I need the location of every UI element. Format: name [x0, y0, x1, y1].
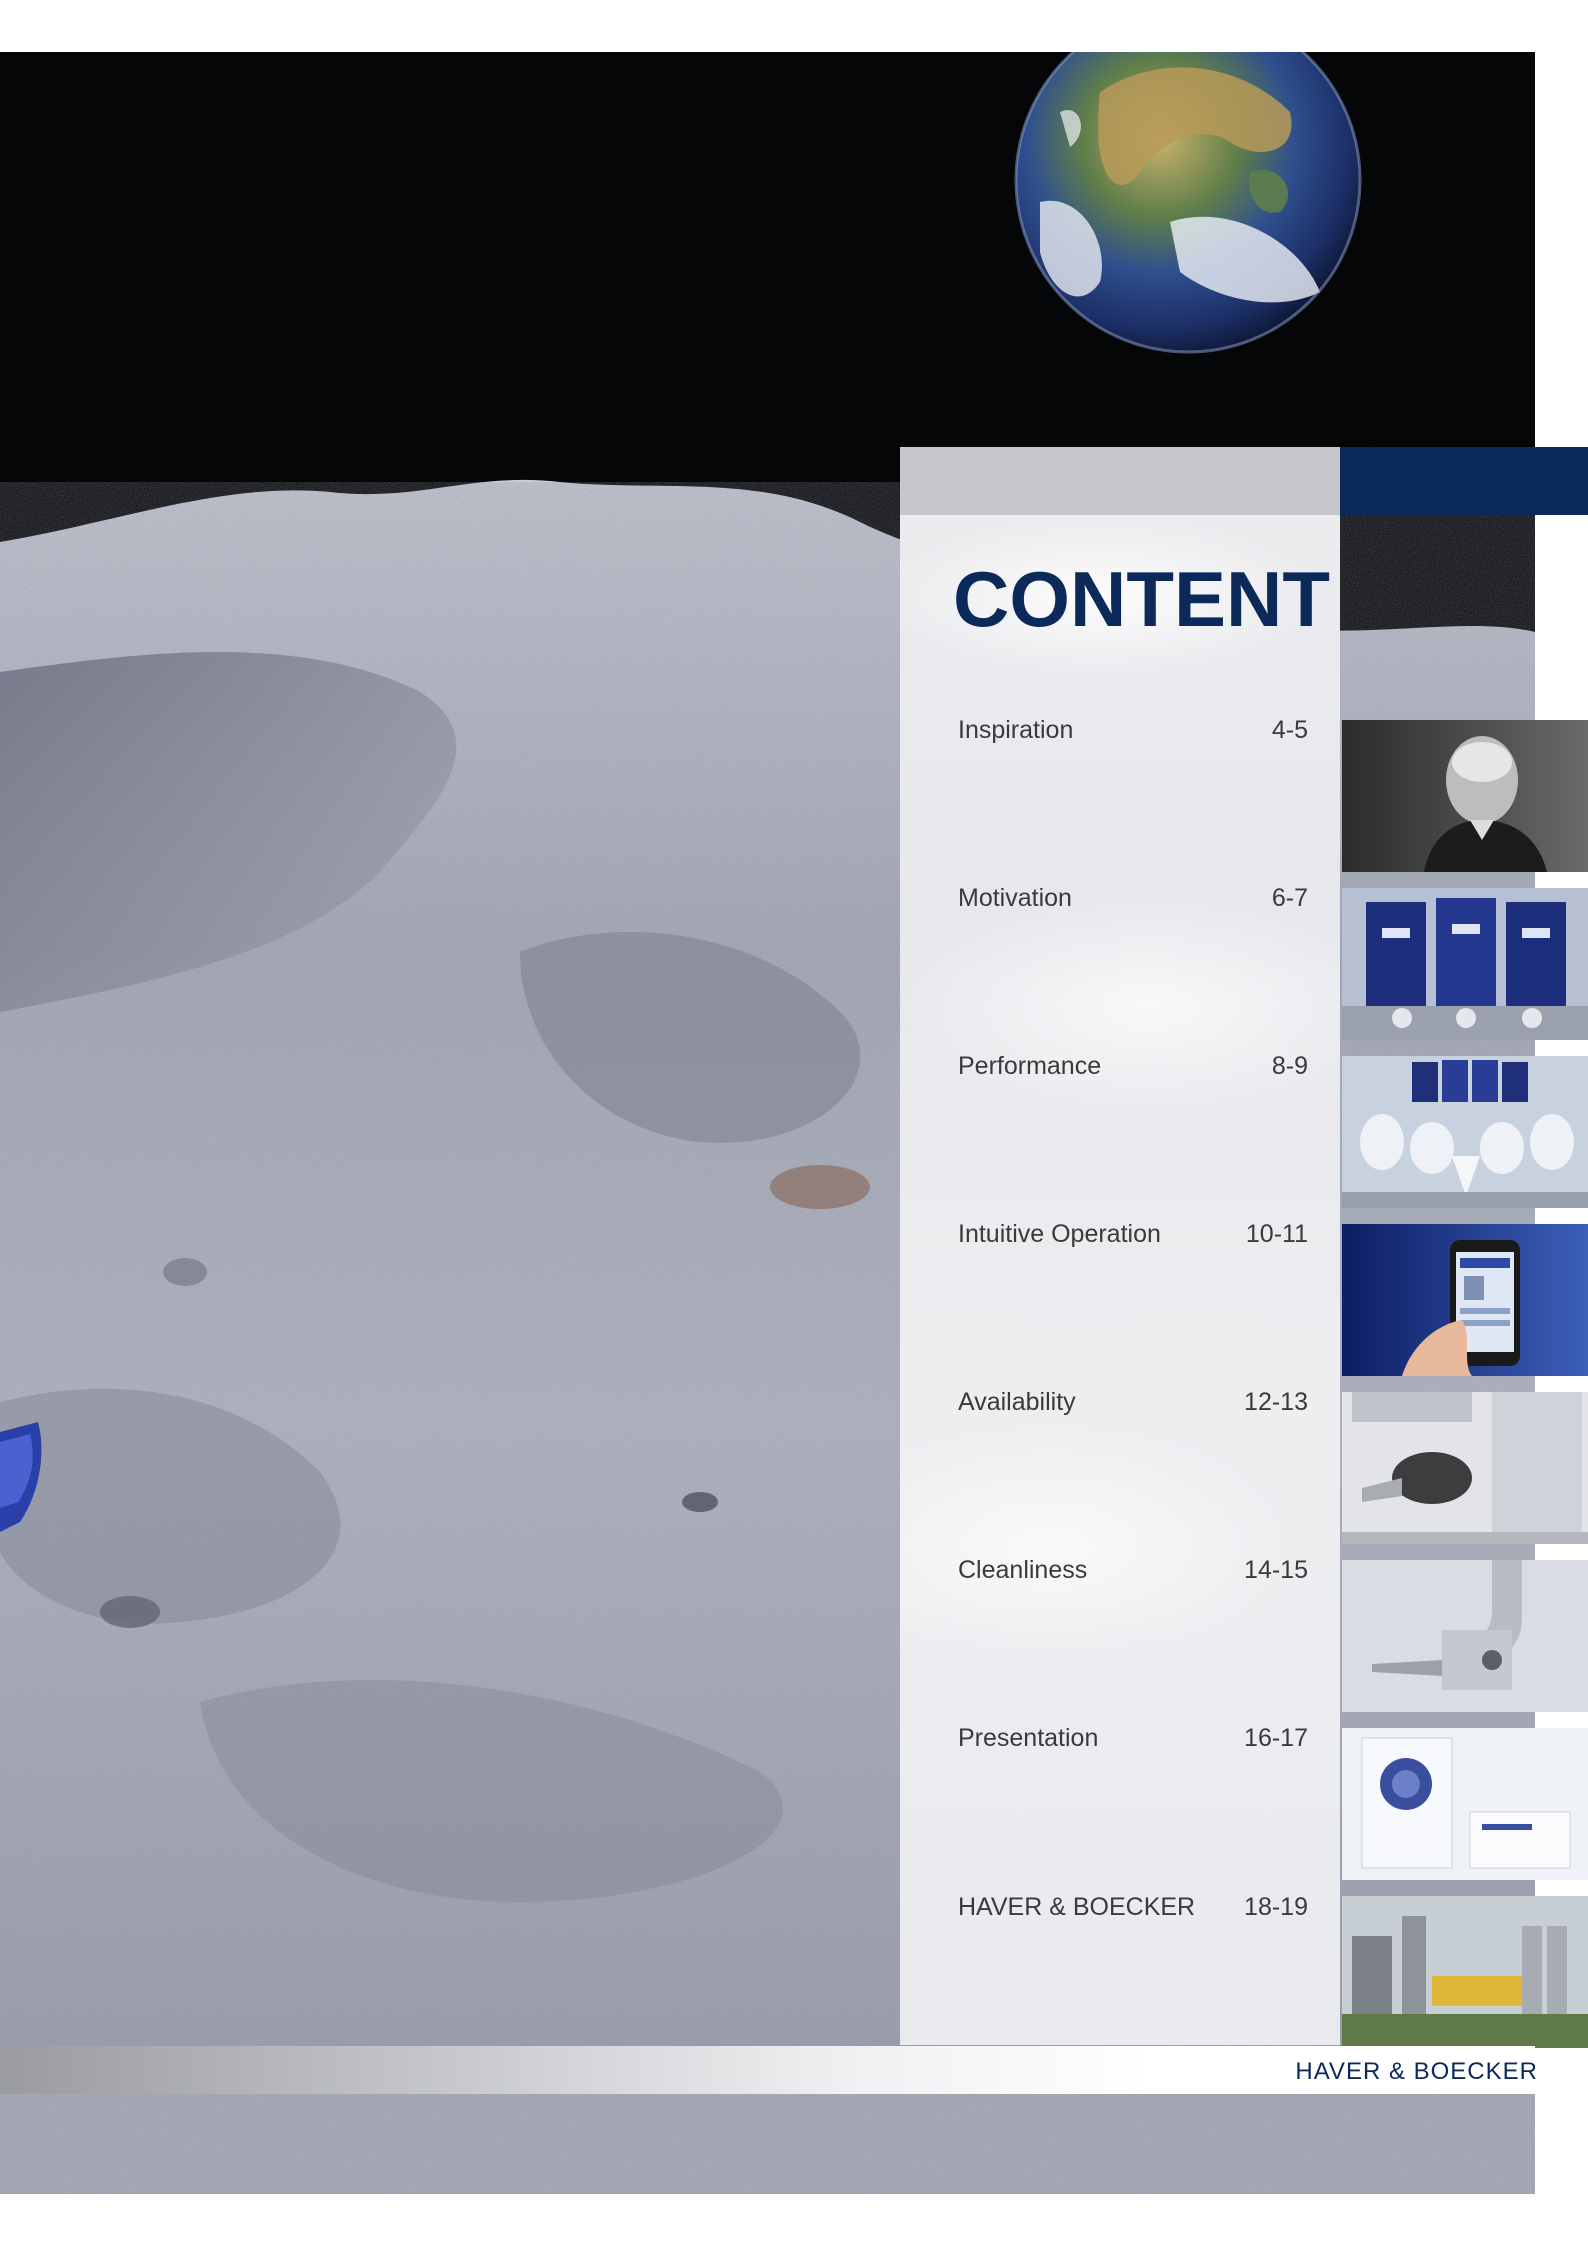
- toc-item-label: Availability: [958, 1387, 1076, 1416]
- thumb-spout-machine-image[interactable]: [1342, 1392, 1588, 1544]
- brand-blue-tab: [1340, 447, 1588, 515]
- bottom-moon-strip: [0, 2094, 1535, 2194]
- panel-header-cap: [900, 447, 1340, 515]
- toc-item-label: Presentation: [958, 1723, 1099, 1752]
- toc-item-pages: 8-9: [1271, 1051, 1308, 1080]
- toc-item-pages: 14-15: [1244, 1555, 1308, 1584]
- toc-item-pages: 12-13: [1244, 1387, 1308, 1416]
- thumb-filling-spout-image[interactable]: [1342, 1560, 1588, 1712]
- toc-item-label: Cleanliness: [958, 1555, 1088, 1584]
- toc-item-pages: 16-17: [1244, 1723, 1308, 1752]
- thumb-plant-image[interactable]: [1342, 1896, 1588, 2048]
- thumb-rotary-packer-image[interactable]: [1342, 1056, 1588, 1208]
- thumb-portrait-image[interactable]: [1342, 720, 1588, 872]
- thumb-bags-image[interactable]: [1342, 1728, 1588, 1880]
- toc-item-pages: 18-19: [1244, 1892, 1308, 1921]
- toc-item-pages: 6-7: [1271, 883, 1308, 912]
- toc-item-haver-boecker[interactable]: HAVER & BOECKER 18-19: [958, 1887, 1308, 1927]
- toc-item-motivation[interactable]: Motivation 6-7: [958, 878, 1308, 918]
- toc-item-label: Intuitive Operation: [958, 1219, 1161, 1248]
- toc-item-inspiration[interactable]: Inspiration 4-5: [958, 710, 1308, 750]
- toc-item-cleanliness[interactable]: Cleanliness 14-15: [958, 1550, 1308, 1590]
- thumb-smartphone-app-image[interactable]: [1342, 1224, 1588, 1376]
- toc-item-intuitive-operation[interactable]: Intuitive Operation 10-11: [958, 1214, 1308, 1254]
- toc-item-availability[interactable]: Availability 12-13: [958, 1382, 1308, 1422]
- toc-item-label: HAVER & BOECKER: [958, 1892, 1196, 1921]
- page-title: CONTENT: [953, 555, 1330, 643]
- toc-item-pages: 4-5: [1271, 715, 1308, 744]
- toc-item-label: Inspiration: [958, 715, 1074, 744]
- toc-item-label: Performance: [958, 1051, 1102, 1080]
- toc-item-label: Motivation: [958, 883, 1072, 912]
- toc-item-performance[interactable]: Performance 8-9: [958, 1046, 1308, 1086]
- toc-item-pages: 10-11: [1245, 1219, 1308, 1248]
- toc-item-presentation[interactable]: Presentation 16-17: [958, 1718, 1308, 1758]
- footer-brand: HAVER & BOECKER: [1295, 2058, 1538, 2085]
- thumb-packing-machine-front-image[interactable]: [1342, 888, 1588, 1040]
